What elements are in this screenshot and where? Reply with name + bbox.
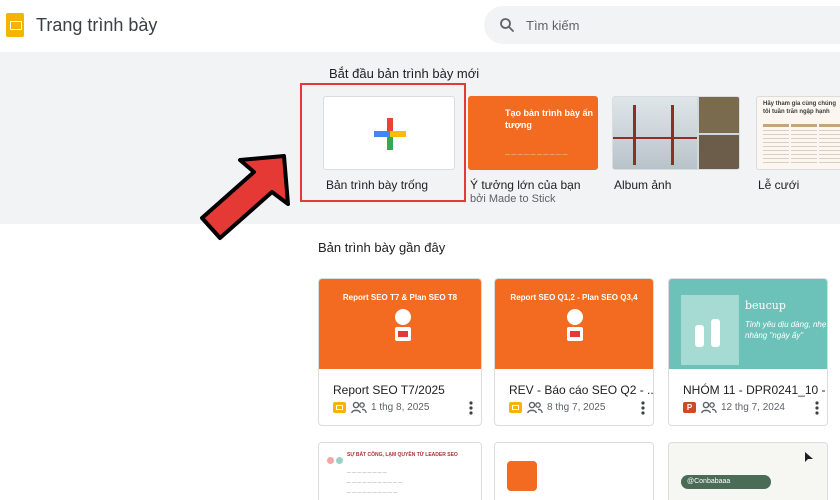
shared-people-icon <box>351 401 367 414</box>
file-thumbnail-title: Report SEO Q1,2 - Plan SEO Q3,4 <box>510 293 638 302</box>
recent-file-card[interactable]: SỰ BẤT CÔNG, LẠM QUYỀN TỪ LEADER SEO — —… <box>318 442 482 500</box>
recent-file-card[interactable]: Report SEO Q1,2 - Plan SEO Q3,4 REV - Bá… <box>494 278 654 426</box>
template-photo-album-label: Album ảnh <box>614 178 672 192</box>
recent-file-card[interactable] <box>494 442 654 500</box>
template-big-idea-thumb-line: — — — — — — — — — — <box>505 152 568 158</box>
shared-people-icon <box>527 401 543 414</box>
search-icon[interactable] <box>498 16 516 34</box>
thumbnail-text-line: — — — — — — — — — — <box>347 489 398 494</box>
album-photo-2 <box>699 135 739 169</box>
file-thumbnail-title: Report SEO T7 & Plan SEO T8 <box>342 293 458 302</box>
thumbnail-text-line: — — — — — — — — — — — <box>347 479 403 484</box>
file-thumbnail-tagline: Tinh yêu dịu dàng, nhẹ nhàng "ngày ấy" <box>745 320 827 340</box>
slides-logo-icon[interactable] <box>6 13 24 37</box>
decor-dots <box>327 451 345 469</box>
album-photo-1 <box>699 97 739 133</box>
file-thumbnail: beucup Tinh yêu dịu dàng, nhẹ nhàng "ngà… <box>669 279 827 369</box>
more-options-icon[interactable] <box>815 401 819 415</box>
app-header: Trang trình bày <box>0 0 840 52</box>
file-thumbnail: Report SEO Q1,2 - Plan SEO Q3,4 <box>495 279 653 369</box>
product-panel <box>681 295 739 365</box>
template-section-title: Bắt đầu bản trình bày mới <box>329 66 480 81</box>
template-big-idea[interactable]: Tạo bản trình bày ấn tượng — — — — — — —… <box>468 96 598 170</box>
mascot-icon <box>395 309 411 341</box>
recent-file-card[interactable]: beucup Tinh yêu dịu dàng, nhẹ nhàng "ngà… <box>668 278 828 426</box>
template-wedding[interactable]: Hãy tham gia cùng chúng tôi tuần trăn ng… <box>756 96 840 170</box>
template-wedding-thumb-title: Hãy tham gia cùng chúng tôi tuần trăn ng… <box>763 101 837 115</box>
file-title[interactable]: Report SEO T7/2025 <box>333 383 445 397</box>
search-bar[interactable] <box>484 6 840 44</box>
more-options-icon[interactable] <box>469 401 473 415</box>
template-big-idea-sublabel: bởi Made to Stick <box>470 193 556 205</box>
file-thumbnail-brand: beucup <box>745 299 786 312</box>
slides-file-icon <box>333 402 346 413</box>
search-input[interactable] <box>526 14 826 36</box>
template-photo-album[interactable] <box>612 96 740 170</box>
file-date: 12 thg 7, 2024 <box>721 402 785 413</box>
more-options-icon[interactable] <box>641 401 645 415</box>
slides-file-icon <box>509 402 522 413</box>
brand-logo-icon <box>507 461 537 491</box>
file-date: 1 thg 8, 2025 <box>371 402 430 413</box>
file-thumbnail: Report SEO T7 & Plan SEO T8 <box>319 279 481 369</box>
shared-people-icon <box>701 401 717 414</box>
powerpoint-file-icon: P <box>683 402 696 413</box>
file-date: 8 thg 7, 2025 <box>547 402 606 413</box>
template-wedding-label: Lễ cưới <box>758 178 800 192</box>
highlight-box <box>300 83 466 202</box>
recent-section-title: Bản trình bày gần đây <box>318 240 446 255</box>
file-title[interactable]: REV - Báo cáo SEO Q2 - ... <box>509 383 653 397</box>
thumbnail-text-line: — — — — — — — — <box>347 469 387 474</box>
file-title[interactable]: NHÓM 11 - DPR0241_10 - ... <box>683 383 827 397</box>
mascot-icon <box>567 309 583 341</box>
template-big-idea-thumb-title: Tạo bản trình bày ấn tượng <box>505 108 594 130</box>
album-photo-bridge <box>613 97 697 169</box>
template-big-idea-label: Ý tưởng lớn của bạn <box>470 178 581 192</box>
mouse-cursor-icon <box>805 452 813 462</box>
app-title[interactable]: Trang trình bày <box>36 15 157 36</box>
file-thumbnail-title: SỰ BẤT CÔNG, LẠM QUYỀN TỪ LEADER SEO <box>347 452 458 458</box>
file-thumbnail <box>495 443 653 500</box>
file-thumbnail-title: @Conbabaaa <box>681 475 771 489</box>
file-thumbnail: SỰ BẤT CÔNG, LẠM QUYỀN TỪ LEADER SEO — —… <box>319 443 481 500</box>
pointer-arrow-icon <box>200 154 290 240</box>
recent-file-card[interactable]: Report SEO T7 & Plan SEO T8 Report SEO T… <box>318 278 482 426</box>
